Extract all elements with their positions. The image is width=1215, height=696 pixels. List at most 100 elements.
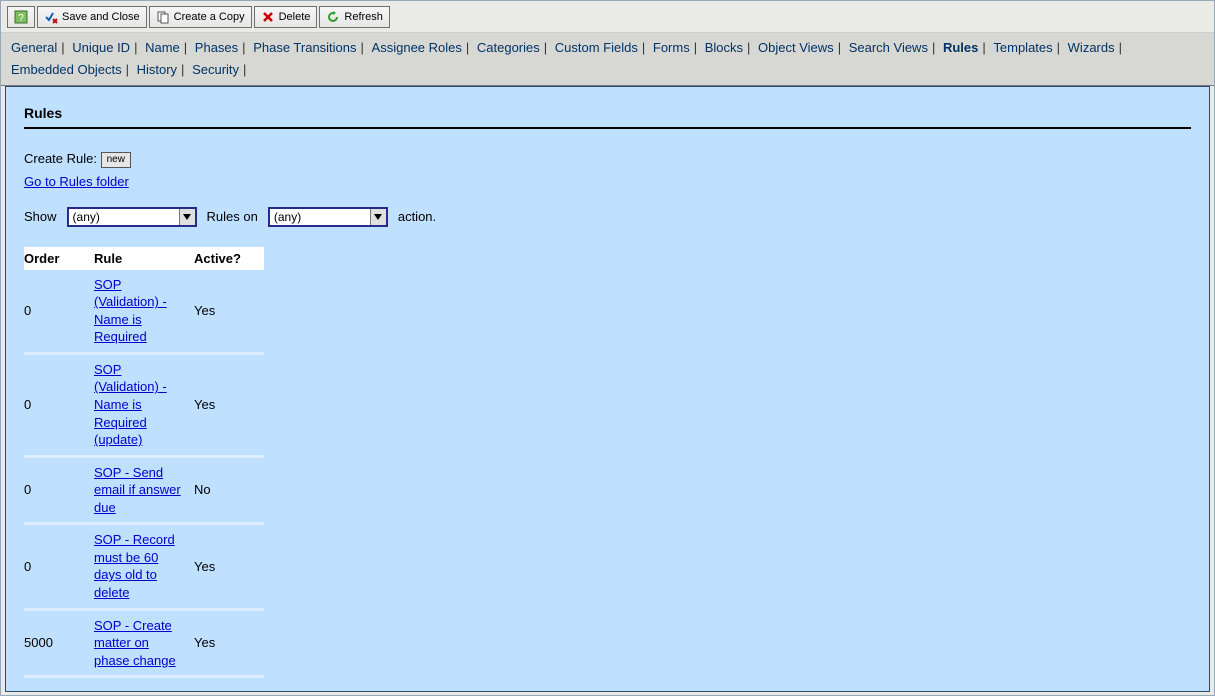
rule-link[interactable]: SOP - Create matter on phase change: [94, 617, 186, 670]
cell-active: No: [194, 456, 264, 524]
table-row: 0SOP (Validation) - Name is RequiredYes: [24, 270, 264, 354]
help-icon: ?: [14, 10, 28, 24]
cell-active: Yes: [194, 270, 264, 354]
tab-separator: |: [134, 37, 137, 59]
tab-separator: |: [838, 37, 841, 59]
check-close-icon: [44, 10, 58, 24]
tab-custom-fields[interactable]: Custom Fields: [555, 37, 638, 59]
tab-templates[interactable]: Templates: [993, 37, 1052, 59]
table-row: 0SOP - Send email if answer dueNo: [24, 456, 264, 524]
tab-phases[interactable]: Phases: [195, 37, 238, 59]
tab-separator: |: [181, 59, 184, 81]
table-row: 5000SOP - Create matter on phase changeY…: [24, 609, 264, 677]
tab-separator: |: [243, 59, 246, 81]
cell-order: 0: [24, 270, 94, 354]
content-panel: Rules Create Rule: new Go to Rules folde…: [5, 86, 1210, 692]
delete-label: Delete: [279, 11, 311, 23]
tab-security[interactable]: Security: [192, 59, 239, 81]
svg-text:?: ?: [18, 13, 24, 24]
tab-separator: |: [694, 37, 697, 59]
tab-separator: |: [466, 37, 469, 59]
toolbar: ? Save and Close Create a Copy Delete: [1, 1, 1214, 33]
cell-rule: SOP - Send email if answer due: [94, 456, 194, 524]
tab-separator: |: [126, 59, 129, 81]
tab-separator: |: [932, 37, 935, 59]
cell-active: Yes: [194, 353, 264, 456]
refresh-icon: [326, 10, 340, 24]
copy-icon: [156, 10, 170, 24]
tab-strip: General| Unique ID| Name| Phases| Phase …: [1, 33, 1214, 86]
cell-rule: SOP - Record must be 60 days old to dele…: [94, 524, 194, 609]
tab-blocks[interactable]: Blocks: [705, 37, 743, 59]
create-rule-label: Create Rule:: [24, 151, 97, 166]
filter-row: Show (any) Rules on (any) action.: [24, 207, 1191, 227]
tab-separator: |: [184, 37, 187, 59]
rule-link[interactable]: SOP - Record must be 60 days old to dele…: [94, 531, 186, 601]
cell-order: 0: [24, 524, 94, 609]
rules-on-select-value: (any): [274, 210, 301, 224]
col-header-active: Active?: [194, 247, 264, 270]
cell-order: 5000: [24, 609, 94, 677]
cell-rule: SOP - Create matter on phase change: [94, 609, 194, 677]
tab-search-views[interactable]: Search Views: [849, 37, 928, 59]
tab-forms[interactable]: Forms: [653, 37, 690, 59]
cell-order: 0: [24, 456, 94, 524]
chevron-down-icon: [179, 209, 195, 225]
delete-icon: [261, 10, 275, 24]
rules-table: Order Rule Active? 0SOP (Validation) - N…: [24, 247, 264, 678]
show-select[interactable]: (any): [67, 207, 197, 227]
table-row: 0SOP (Validation) - Name is Required (up…: [24, 353, 264, 456]
cell-active: Yes: [194, 609, 264, 677]
help-button[interactable]: ?: [7, 6, 35, 28]
refresh-button[interactable]: Refresh: [319, 6, 390, 28]
rule-link[interactable]: SOP - Send email if answer due: [94, 464, 186, 517]
action-label: action.: [398, 209, 436, 224]
rules-folder-row: Go to Rules folder: [24, 174, 1191, 189]
refresh-label: Refresh: [344, 11, 383, 23]
tab-separator: |: [1119, 37, 1122, 59]
tab-categories[interactable]: Categories: [477, 37, 540, 59]
col-header-order: Order: [24, 247, 94, 270]
save-and-close-label: Save and Close: [62, 11, 140, 23]
tab-unique-id[interactable]: Unique ID: [72, 37, 130, 59]
table-row: 0SOP - Record must be 60 days old to del…: [24, 524, 264, 609]
tab-rules[interactable]: Rules: [943, 37, 978, 59]
tab-separator: |: [61, 37, 64, 59]
save-and-close-button[interactable]: Save and Close: [37, 6, 147, 28]
new-rule-button[interactable]: new: [101, 152, 131, 168]
delete-button[interactable]: Delete: [254, 6, 318, 28]
page-title: Rules: [24, 105, 1191, 129]
app-frame: ? Save and Close Create a Copy Delete: [0, 0, 1215, 696]
tab-separator: |: [1057, 37, 1060, 59]
tab-assignee-roles[interactable]: Assignee Roles: [372, 37, 462, 59]
tab-separator: |: [982, 37, 985, 59]
tab-wizards[interactable]: Wizards: [1068, 37, 1115, 59]
cell-active: Yes: [194, 524, 264, 609]
rule-link[interactable]: SOP (Validation) - Name is Required (upd…: [94, 361, 186, 449]
tab-separator: |: [544, 37, 547, 59]
tab-separator: |: [242, 37, 245, 59]
tab-embedded-objects[interactable]: Embedded Objects: [11, 59, 122, 81]
rule-link[interactable]: SOP (Validation) - Name is Required: [94, 276, 186, 346]
cell-rule: SOP (Validation) - Name is Required: [94, 270, 194, 354]
cell-order: 0: [24, 353, 94, 456]
tab-separator: |: [361, 37, 364, 59]
cell-rule: SOP (Validation) - Name is Required (upd…: [94, 353, 194, 456]
create-copy-button[interactable]: Create a Copy: [149, 6, 252, 28]
create-copy-label: Create a Copy: [174, 11, 245, 23]
tab-name[interactable]: Name: [145, 37, 180, 59]
show-label: Show: [24, 209, 57, 224]
col-header-rule: Rule: [94, 247, 194, 270]
tab-phase-transitions[interactable]: Phase Transitions: [253, 37, 356, 59]
tab-separator: |: [642, 37, 645, 59]
tab-history[interactable]: History: [137, 59, 177, 81]
go-to-rules-folder-link[interactable]: Go to Rules folder: [24, 174, 129, 189]
tab-object-views[interactable]: Object Views: [758, 37, 834, 59]
create-rule-row: Create Rule: new: [24, 151, 1191, 168]
rules-on-select[interactable]: (any): [268, 207, 388, 227]
show-select-value: (any): [73, 210, 100, 224]
tab-general[interactable]: General: [11, 37, 57, 59]
tab-separator: |: [747, 37, 750, 59]
chevron-down-icon: [370, 209, 386, 225]
rules-on-label: Rules on: [207, 209, 258, 224]
